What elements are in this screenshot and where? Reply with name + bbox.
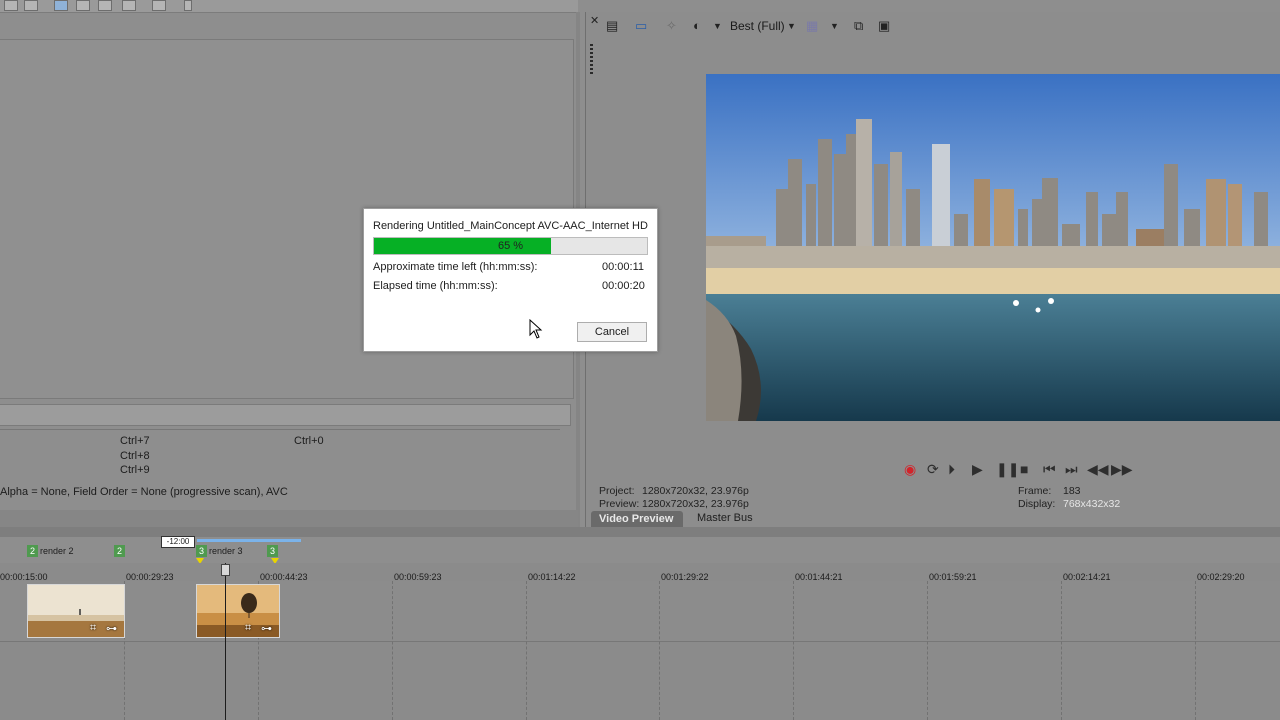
preview-label: Preview:	[599, 498, 640, 510]
divider	[0, 429, 560, 430]
shortcut-ctrl8: Ctrl+8	[120, 450, 150, 462]
left-panel-tabbar	[0, 510, 578, 528]
split-tool-icon[interactable]	[152, 0, 166, 11]
shortcut-ctrl7: Ctrl+7	[120, 435, 150, 447]
envelope-tool-icon[interactable]	[76, 0, 90, 11]
grid-line	[659, 581, 660, 720]
display-label: Display:	[1018, 498, 1056, 510]
grid-line	[1061, 581, 1062, 720]
go-to-start-button[interactable]: ⏮	[1043, 461, 1056, 478]
marker-flag[interactable]: 2	[114, 545, 125, 557]
event-fx-icon[interactable]: ⊶	[106, 622, 117, 635]
render-progress-dialog: Rendering Untitled_MainConcept AVC-AAC_I…	[363, 208, 658, 352]
marker-tool-icon[interactable]	[184, 0, 192, 11]
external-monitor-icon[interactable]: ▭	[635, 18, 647, 34]
video-clip[interactable]: ⌗ ⊶	[196, 584, 280, 638]
play-from-start-button[interactable]: ⏵	[948, 461, 955, 478]
marker-flag[interactable]: 3	[267, 545, 278, 557]
media-status-text: Alpha = None, Field Order = None (progre…	[0, 486, 288, 498]
save-snapshot-icon[interactable]: ▣	[878, 18, 890, 34]
display-value: 768x432x32	[1063, 498, 1121, 510]
grid-line	[927, 581, 928, 720]
close-icon[interactable]: ✕	[590, 14, 599, 27]
video-track[interactable]	[0, 581, 1280, 642]
loop-region-length: -12:00	[161, 536, 195, 548]
dialog-title: Rendering Untitled_MainConcept AVC-AAC_I…	[373, 220, 648, 232]
frame-label: Frame:	[1018, 485, 1052, 497]
fx-icon[interactable]: ✧	[666, 18, 677, 34]
selection-tool-icon[interactable]	[98, 0, 112, 11]
grid-line	[392, 581, 393, 720]
time-left-value: 00:00:11	[602, 261, 645, 273]
preview-value: 1280x720x32, 23.976p	[642, 498, 749, 510]
shortcut-ctrl9: Ctrl+9	[120, 464, 150, 476]
frame-value: 183	[1063, 485, 1081, 497]
cancel-button[interactable]: Cancel	[577, 322, 647, 342]
overlays-icon[interactable]: ▦	[806, 18, 818, 34]
marker-label: render 2	[40, 546, 74, 556]
grid-line	[793, 581, 794, 720]
previous-frame-button[interactable]: ◀◀	[1087, 461, 1109, 478]
record-button[interactable]: ◉	[904, 461, 916, 478]
tab-video-preview[interactable]: Video Preview	[591, 511, 683, 527]
grid-line	[526, 581, 527, 720]
go-to-end-button[interactable]: ⏭	[1065, 461, 1078, 478]
project-label: Project:	[599, 485, 635, 497]
split-screen-icon[interactable]: ◐	[693, 18, 701, 33]
time-left-label: Approximate time left (hh:mm:ss):	[373, 261, 538, 273]
city-beach-image	[706, 74, 1280, 421]
chevron-down-icon[interactable]: ▼	[787, 21, 796, 31]
copy-snapshot-icon[interactable]: ⧉	[854, 18, 863, 34]
next-frame-button[interactable]: ▶▶	[1111, 461, 1133, 478]
render-progress-bar: 65 %	[373, 237, 648, 255]
elapsed-label: Elapsed time (hh:mm:ss):	[373, 280, 498, 292]
toolbar-tool-icon[interactable]	[24, 0, 38, 11]
video-frame	[706, 74, 1280, 421]
marker-flag[interactable]: 2	[27, 545, 38, 557]
properties-icon[interactable]: ▤	[606, 18, 618, 34]
marker-label: render 3	[209, 546, 243, 556]
drag-handle[interactable]	[590, 44, 593, 74]
crop-icon[interactable]: ⌗	[245, 622, 251, 635]
crop-icon[interactable]: ⌗	[90, 622, 96, 635]
project-value: 1280x720x32, 23.976p	[642, 485, 749, 497]
progress-percent-text: 65 %	[497, 240, 524, 252]
normal-edit-tool-icon[interactable]	[54, 0, 68, 11]
playhead-handle[interactable]	[221, 564, 230, 576]
event-fx-icon[interactable]: ⊶	[261, 622, 272, 635]
grid-line	[1195, 581, 1196, 720]
play-button[interactable]: ▶	[972, 461, 983, 478]
elapsed-value: 00:00:20	[602, 280, 645, 292]
chevron-down-icon[interactable]: ▼	[830, 21, 839, 31]
marker-flag[interactable]: 3	[196, 545, 207, 557]
chevron-down-icon[interactable]: ▼	[713, 21, 722, 31]
zoom-tool-icon[interactable]	[122, 0, 136, 11]
media-info-field[interactable]	[0, 404, 571, 426]
audio-track[interactable]	[0, 642, 1280, 720]
stop-button[interactable]: ■	[1020, 461, 1028, 477]
tab-master-bus[interactable]: Master Bus	[697, 512, 753, 524]
preview-quality-select[interactable]: Best (Full)	[730, 19, 785, 33]
pause-button[interactable]: ❚❚	[996, 461, 1019, 478]
shortcut-ctrl0: Ctrl+0	[294, 435, 324, 447]
toolbar-tool-icon[interactable]	[4, 0, 18, 11]
video-clip[interactable]: ⌗ ⊶	[27, 584, 125, 638]
mouse-pointer-icon	[529, 318, 543, 342]
playhead-cursor[interactable]	[225, 563, 226, 720]
loop-playback-button[interactable]: ⟳	[927, 461, 939, 478]
loop-region-bar[interactable]	[197, 539, 301, 542]
main-toolbar	[0, 0, 578, 13]
